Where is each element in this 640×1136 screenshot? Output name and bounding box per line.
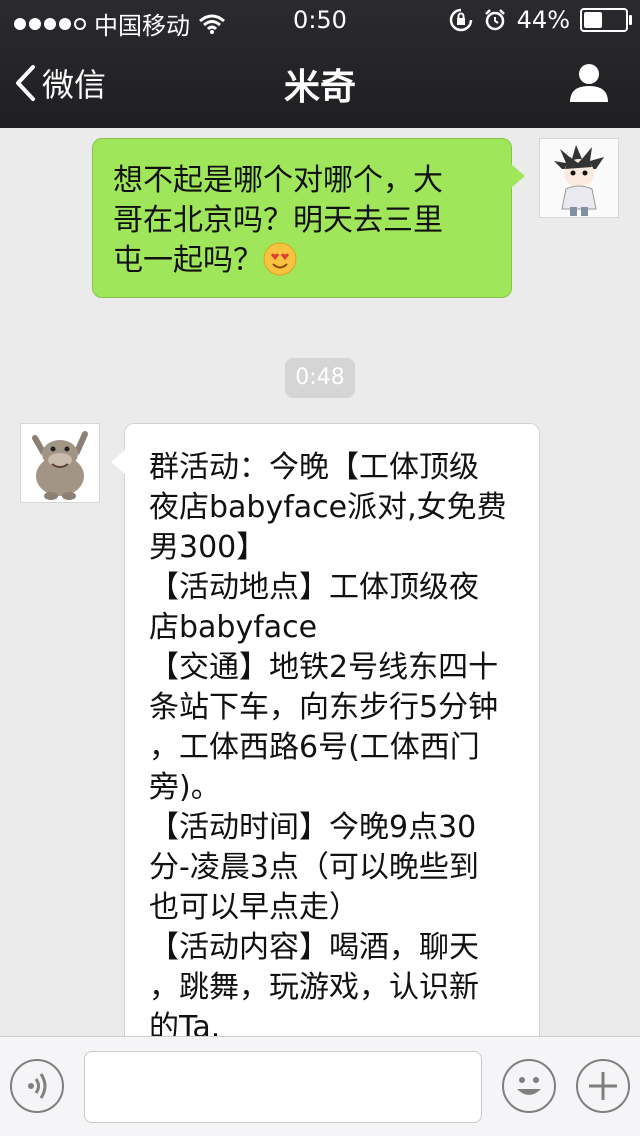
battery-icon — [580, 8, 632, 32]
message-timestamp: 0:48 — [285, 358, 355, 398]
chat-input-bar — [0, 1036, 640, 1136]
top-bar: 中国移动 0:50 44% 微信 米奇 — [0, 0, 640, 128]
message-line: 【活动地点】工体顶级夜 — [149, 570, 479, 605]
message-line: 的Ta. — [149, 1010, 221, 1036]
battery-percent: 44% — [516, 6, 570, 34]
chevron-left-icon — [16, 65, 35, 101]
person-icon — [570, 64, 608, 102]
chat-screen: 中国移动 0:50 44% 微信 米奇 想不起是哪个对哪个，大 哥在北京吗？明天… — [0, 0, 640, 1136]
message-text: 屯一起吗？ — [113, 243, 263, 278]
status-right: 44% — [449, 6, 632, 34]
orientation-lock-icon — [449, 8, 472, 32]
message-input[interactable] — [84, 1051, 482, 1123]
smiling-face-with-heart-eyes-icon — [263, 242, 297, 276]
back-button[interactable]: 微信 — [14, 58, 106, 108]
message-line: 想不起是哪个对哪个，大 — [113, 163, 443, 198]
message-line: 【活动时间】今晚9点30 — [149, 810, 477, 845]
message-line: 哥在北京吗？明天去三里 — [113, 203, 443, 238]
message-line: 【活动内容】喝酒，聊天 — [149, 930, 479, 965]
message-line: 分-凌晨3点（可以晚些到 — [149, 850, 479, 885]
voice-icon — [28, 1073, 47, 1099]
message-line: ，跳舞，玩游戏，认识新 — [149, 970, 479, 1005]
navigation-bar: 微信 米奇 — [0, 40, 640, 128]
message-line: 【交通】地铁2号线东四十 — [149, 650, 499, 685]
emoji-button[interactable] — [502, 1059, 556, 1113]
message-line: 店babyface — [149, 610, 318, 645]
alarm-icon — [484, 9, 505, 31]
back-label: 微信 — [42, 66, 107, 104]
contact-avatar[interactable] — [20, 423, 100, 503]
my-avatar[interactable] — [539, 138, 619, 218]
outgoing-message-bubble[interactable]: 想不起是哪个对哪个，大 哥在北京吗？明天去三里 屯一起吗？ — [92, 138, 512, 298]
bubble-tail — [111, 450, 125, 474]
message-line-with-emoji: 屯一起吗？ — [113, 241, 491, 281]
message-line: ，工体西路6号(工体西门 — [149, 730, 480, 765]
message-list[interactable]: 想不起是哪个对哪个，大 哥在北京吗？明天去三里 屯一起吗？ 0:48 群活动：今… — [0, 128, 640, 1036]
incoming-message-bubble[interactable]: 群活动：今晚【工体顶级 夜店babyface派对,女免费 男300】 【活动地点… — [124, 423, 540, 1036]
message-line: 夜店babyface派对,女免费 — [149, 490, 507, 525]
plus-icon — [589, 1072, 617, 1100]
chat-title: 米奇 — [283, 67, 356, 108]
battery-level — [584, 12, 602, 28]
more-button[interactable] — [576, 1059, 630, 1113]
message-line: 男300】 — [149, 530, 267, 565]
message-line: 旁)。 — [149, 770, 221, 805]
avatar-image — [540, 139, 618, 217]
status-bar: 中国移动 0:50 44% — [0, 0, 640, 40]
message-line: 群活动：今晚【工体顶级 — [149, 450, 479, 485]
voice-button[interactable] — [10, 1059, 64, 1113]
smiley-icon — [517, 1077, 541, 1095]
bubble-tail — [511, 164, 525, 188]
message-line: 条站下车，向东步行5分钟 — [149, 690, 499, 725]
avatar-image — [21, 424, 99, 502]
message-line: 也可以早点走） — [149, 890, 359, 925]
chat-info-button[interactable] — [568, 62, 610, 104]
